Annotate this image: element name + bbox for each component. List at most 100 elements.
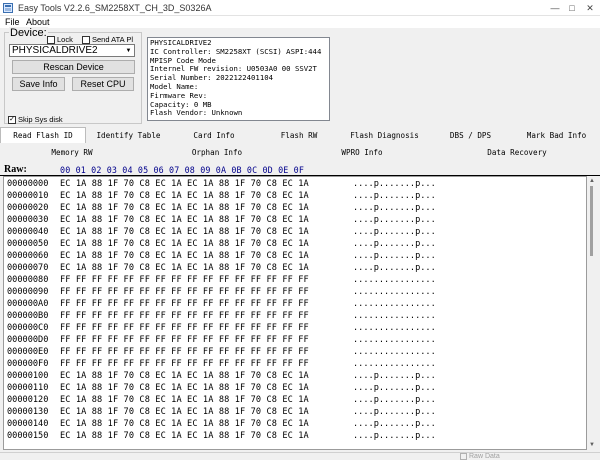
vertical-scrollbar[interactable]: ▲ ▼	[587, 176, 597, 450]
scroll-thumb[interactable]	[590, 186, 593, 256]
hex-ascii: ....p.......p...	[353, 239, 436, 249]
hex-ascii: ....p.......p...	[353, 431, 436, 441]
hex-ascii: ................	[353, 347, 436, 357]
hex-bytes: EC 1A 88 1F 70 C8 EC 1A EC 1A 88 1F 70 C…	[60, 239, 309, 249]
device-group-label: Device:	[9, 27, 48, 39]
hex-ascii: ....p.......p...	[353, 227, 436, 237]
hex-ascii: ................	[353, 311, 436, 321]
scroll-up-icon[interactable]: ▲	[588, 177, 596, 185]
hex-address: 00000110	[7, 383, 49, 393]
chevron-down-icon[interactable]: ▼	[124, 46, 133, 55]
menu-about[interactable]: About	[26, 17, 50, 27]
tab-identify-table[interactable]: Identify Table	[86, 127, 172, 143]
menu-bar: File About	[0, 16, 600, 28]
tab-read-flash-id[interactable]: Read Flash ID	[0, 127, 86, 143]
send-ata-checkbox-box[interactable]	[82, 35, 90, 44]
tab-card-info[interactable]: Card Info	[172, 127, 257, 143]
hex-ascii: ....p.......p...	[353, 371, 436, 381]
skip-sys-disk-checkbox-box[interactable]: ✓	[8, 115, 16, 124]
hex-address: 00000010	[7, 191, 49, 201]
hex-address: 000000B0	[7, 311, 49, 321]
hex-bytes: FF FF FF FF FF FF FF FF FF FF FF FF FF F…	[60, 335, 309, 345]
hex-bytes: FF FF FF FF FF FF FF FF FF FF FF FF FF F…	[60, 359, 309, 369]
hex-address: 000000E0	[7, 347, 49, 357]
hex-address: 000000A0	[7, 299, 49, 309]
title-bar: Easy Tools V2.2.6_SM2258XT_CH_3D_S0326A …	[0, 0, 600, 16]
hex-ascii: ....p.......p...	[353, 419, 436, 429]
tab-row-secondary: Memory RW Orphan Info WPRO Info Data Rec…	[0, 144, 600, 160]
hex-ascii: ....p.......p...	[353, 263, 436, 273]
hex-address: 00000020	[7, 203, 49, 213]
hex-ascii: ....p.......p...	[353, 203, 436, 213]
hex-bytes: EC 1A 88 1F 70 C8 EC 1A EC 1A 88 1F 70 C…	[60, 263, 309, 273]
device-info-box: PHYSICALDRIVE2 IC Controller: SM2258XT (…	[147, 37, 330, 121]
hex-bytes: FF FF FF FF FF FF FF FF FF FF FF FF FF F…	[60, 347, 309, 357]
hex-column-header: 00 01 02 03 04 05 06 07 08 09 0A 0B 0C 0…	[60, 165, 305, 175]
hex-bytes: EC 1A 88 1F 70 C8 EC 1A EC 1A 88 1F 70 C…	[60, 227, 309, 237]
lock-checkbox-box[interactable]	[47, 35, 55, 44]
send-ata-checkbox[interactable]: Send ATA Pl	[82, 35, 133, 44]
tab-flash-diagnosis[interactable]: Flash Diagnosis	[342, 127, 428, 143]
rescan-device-button[interactable]: Rescan Device	[12, 60, 135, 74]
hex-address: 00000080	[7, 275, 49, 285]
minimize-icon[interactable]: —	[548, 1, 562, 15]
status-bar: Raw Data	[0, 452, 600, 460]
hex-ascii: ................	[353, 359, 436, 369]
hex-ascii: ....p.......p...	[353, 215, 436, 225]
tab-data-recovery[interactable]: Data Recovery	[435, 144, 600, 160]
hex-address: 00000070	[7, 263, 49, 273]
hex-dump-view[interactable]: 00000000 EC 1A 88 1F 70 C8 EC 1A EC 1A 88…	[3, 176, 587, 450]
hex-bytes: EC 1A 88 1F 70 C8 EC 1A EC 1A 88 1F 70 C…	[60, 419, 309, 429]
hex-address: 00000140	[7, 419, 49, 429]
raw-data-checkbox[interactable]: Raw Data	[460, 453, 500, 460]
hex-bytes: EC 1A 88 1F 70 C8 EC 1A EC 1A 88 1F 70 C…	[60, 191, 309, 201]
raw-label: Raw:	[4, 164, 27, 175]
hex-bytes: EC 1A 88 1F 70 C8 EC 1A EC 1A 88 1F 70 C…	[60, 179, 309, 189]
scroll-down-icon[interactable]: ▼	[588, 441, 596, 449]
app-icon	[3, 3, 13, 13]
tab-flash-rw[interactable]: Flash RW	[257, 127, 342, 143]
hex-ascii: ....p.......p...	[353, 251, 436, 261]
info-line: Flash Vendor: Unknown	[150, 108, 243, 118]
drive-select[interactable]: PHYSICALDRIVE2 ▼	[9, 44, 135, 57]
hex-address: 00000000	[7, 179, 49, 189]
tab-memory-rw[interactable]: Memory RW	[0, 144, 145, 160]
hex-address: 000000F0	[7, 359, 49, 369]
hex-bytes: FF FF FF FF FF FF FF FF FF FF FF FF FF F…	[60, 275, 309, 285]
tab-wpro-info[interactable]: WPRO Info	[290, 144, 435, 160]
lock-checkbox[interactable]: Lock	[47, 35, 73, 44]
hex-address: 00000030	[7, 215, 49, 225]
hex-address: 00000040	[7, 227, 49, 237]
hex-address: 000000D0	[7, 335, 49, 345]
hex-bytes: EC 1A 88 1F 70 C8 EC 1A EC 1A 88 1F 70 C…	[60, 407, 309, 417]
menu-file[interactable]: File	[5, 17, 20, 27]
save-info-button[interactable]: Save Info	[12, 77, 65, 91]
close-icon[interactable]: ✕	[583, 1, 597, 15]
drive-select-value: PHYSICALDRIVE2	[12, 45, 98, 56]
tab-dbs-dps[interactable]: DBS / DPS	[428, 127, 514, 143]
tab-mark-bad-info[interactable]: Mark Bad Info	[514, 127, 600, 143]
hex-ascii: ................	[353, 323, 436, 333]
window-title: Easy Tools V2.2.6_SM2258XT_CH_3D_S0326A	[18, 3, 212, 13]
skip-sys-disk-label: Skip Sys disk	[18, 115, 63, 124]
hex-ascii: ................	[353, 287, 436, 297]
hex-ascii: ....p.......p...	[353, 395, 436, 405]
hex-address: 00000090	[7, 287, 49, 297]
hex-bytes: FF FF FF FF FF FF FF FF FF FF FF FF FF F…	[60, 323, 309, 333]
hex-address: 00000120	[7, 395, 49, 405]
hex-ascii: ................	[353, 335, 436, 345]
hex-bytes: EC 1A 88 1F 70 C8 EC 1A EC 1A 88 1F 70 C…	[60, 431, 309, 441]
send-ata-checkbox-label: Send ATA Pl	[92, 35, 133, 44]
hex-bytes: EC 1A 88 1F 70 C8 EC 1A EC 1A 88 1F 70 C…	[60, 215, 309, 225]
raw-data-label: Raw Data	[469, 453, 500, 460]
hex-ascii: ....p.......p...	[353, 179, 436, 189]
hex-address: 000000C0	[7, 323, 49, 333]
raw-data-checkbox-box[interactable]	[460, 453, 467, 460]
tab-orphan-info[interactable]: Orphan Info	[145, 144, 290, 160]
hex-bytes: EC 1A 88 1F 70 C8 EC 1A EC 1A 88 1F 70 C…	[60, 203, 309, 213]
maximize-icon[interactable]: □	[565, 1, 579, 15]
reset-cpu-button[interactable]: Reset CPU	[72, 77, 134, 91]
hex-address: 00000150	[7, 431, 49, 441]
skip-sys-disk-checkbox[interactable]: ✓ Skip Sys disk	[8, 115, 63, 124]
hex-address: 00000060	[7, 251, 49, 261]
